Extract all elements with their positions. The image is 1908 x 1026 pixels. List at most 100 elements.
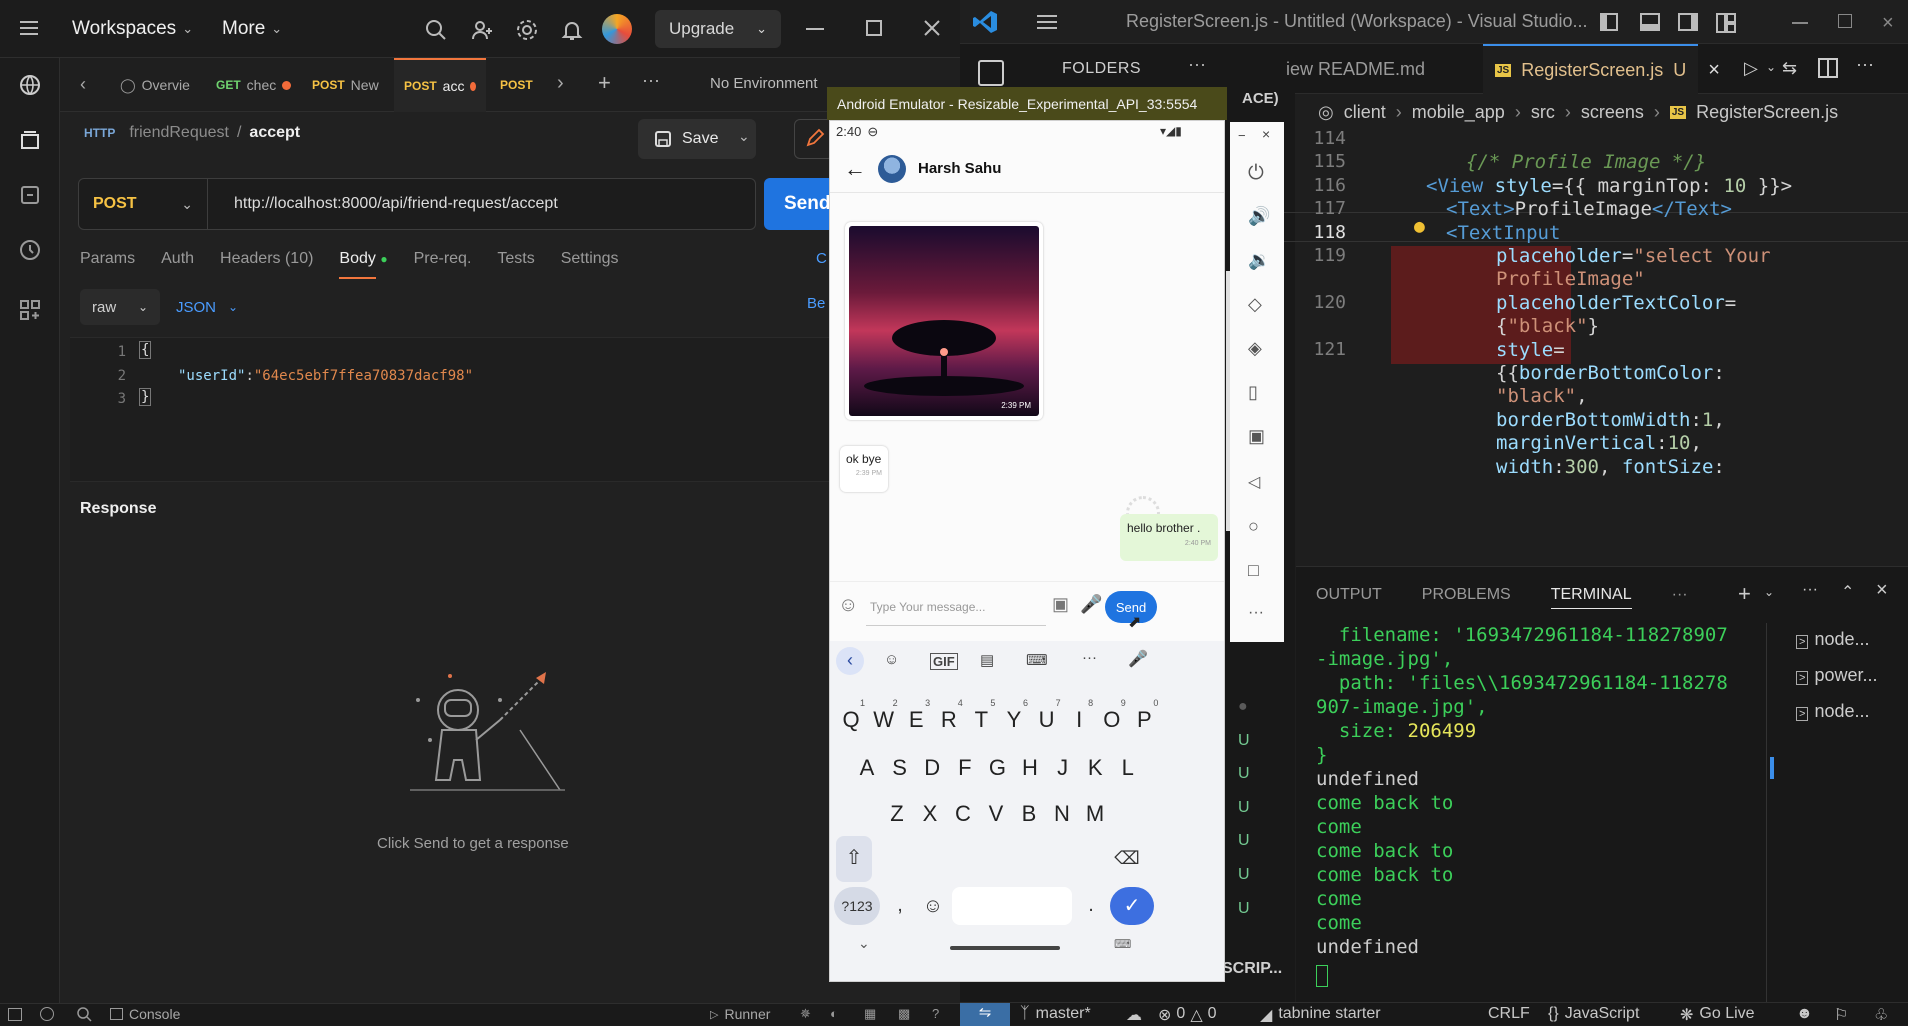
terminal-list-item[interactable]: > node... bbox=[1796, 695, 1877, 731]
language-indicator[interactable]: {} JavaScript bbox=[1548, 1005, 1639, 1023]
emoji-key[interactable]: ☺ bbox=[916, 887, 950, 925]
breadcrumb-item[interactable]: src bbox=[1531, 102, 1555, 123]
rotate-right-icon[interactable]: ◈ bbox=[1248, 338, 1272, 362]
toggle-panel-icon[interactable] bbox=[1640, 13, 1660, 31]
eol-indicator[interactable]: CRLF bbox=[1488, 1005, 1530, 1023]
keyboard-key[interactable]: K bbox=[1078, 745, 1112, 791]
compare-changes-icon[interactable]: ⇆ bbox=[1782, 58, 1797, 79]
golive-button[interactable]: ❋ Go Live bbox=[1680, 1005, 1755, 1025]
invite-user-icon[interactable] bbox=[470, 18, 494, 42]
more-menu[interactable]: More ⌄ bbox=[222, 18, 282, 40]
back-icon[interactable]: ◁ bbox=[1248, 472, 1272, 496]
close-icon[interactable] bbox=[922, 18, 942, 38]
enter-check-icon[interactable]: ✓ bbox=[1110, 887, 1154, 925]
close-icon[interactable]: × bbox=[1882, 12, 1894, 35]
layout-icon[interactable]: ▩ bbox=[898, 1006, 910, 1022]
back-arrow-icon[interactable]: ← bbox=[844, 156, 866, 182]
status-check-icon[interactable] bbox=[40, 1007, 54, 1021]
search-icon[interactable] bbox=[76, 1006, 92, 1022]
chevron-down-icon[interactable]: ⌄ bbox=[858, 935, 870, 952]
tab-readme[interactable]: iew README.md bbox=[1286, 44, 1425, 94]
feedback-icon[interactable]: ⚐ bbox=[1834, 1005, 1848, 1025]
more-icon[interactable]: ··· bbox=[1188, 54, 1206, 75]
apps-grid-icon[interactable] bbox=[18, 298, 42, 322]
power-icon[interactable]: ⏻ bbox=[1248, 162, 1272, 186]
tab-post-new[interactable]: POST New bbox=[312, 58, 379, 112]
hamburger-icon[interactable] bbox=[18, 19, 40, 37]
device-icon[interactable]: ▯ bbox=[1248, 382, 1272, 406]
more-icon[interactable]: ··· bbox=[1672, 586, 1688, 609]
keyboard-switch-icon[interactable]: ⌨ bbox=[1114, 937, 1131, 951]
body-format-select[interactable]: JSON ⌄ bbox=[176, 299, 238, 316]
more-icon[interactable]: ··· bbox=[1802, 581, 1818, 599]
keyboard-key[interactable]: V bbox=[979, 791, 1013, 837]
avatar[interactable] bbox=[878, 154, 906, 183]
proxy-icon[interactable]: ✵ bbox=[800, 1006, 811, 1022]
toggle-sidebar-icon[interactable] bbox=[1600, 13, 1618, 31]
tab-settings[interactable]: Settings bbox=[561, 250, 619, 268]
keyboard-key[interactable]: R4 bbox=[932, 697, 966, 743]
breadcrumb-item[interactable]: screens bbox=[1581, 102, 1644, 123]
keyboard-key[interactable]: H bbox=[1013, 745, 1047, 791]
more-icon[interactable]: ··· bbox=[1082, 649, 1097, 666]
close-icon[interactable]: × bbox=[1708, 59, 1720, 82]
collections-icon[interactable] bbox=[18, 128, 42, 152]
avatar[interactable] bbox=[602, 14, 632, 44]
gif-button[interactable]: GIF bbox=[930, 653, 958, 670]
keyboard-key[interactable]: Q1 bbox=[834, 697, 868, 743]
bell-icon[interactable] bbox=[560, 18, 584, 42]
tab-problems[interactable]: PROBLEMS bbox=[1422, 586, 1511, 609]
keyboard-key[interactable]: M bbox=[1078, 791, 1112, 837]
received-message[interactable]: ok bye 2:39 PM bbox=[840, 446, 888, 492]
minimize-icon[interactable]: − bbox=[1238, 128, 1246, 143]
keyboard-icon[interactable]: ⌨ bbox=[1026, 651, 1048, 669]
keyboard-key[interactable]: F bbox=[948, 745, 982, 791]
scrollbar[interactable] bbox=[1226, 271, 1230, 531]
problems-indicator[interactable]: ⊗ 0 △ 0 bbox=[1158, 1005, 1217, 1025]
breadcrumb-item[interactable]: mobile_app bbox=[1412, 102, 1505, 123]
npm-scripts-heading[interactable]: SCRIP... bbox=[1222, 960, 1282, 978]
minimize-icon[interactable] bbox=[806, 28, 824, 30]
maximize-icon[interactable] bbox=[866, 20, 882, 36]
sent-message[interactable]: hello brother . 2:40 PM bbox=[1120, 514, 1218, 561]
keyboard-key[interactable]: D bbox=[915, 745, 949, 791]
toggle-secondary-sidebar-icon[interactable] bbox=[1678, 13, 1698, 31]
remote-icon[interactable]: ⇋ bbox=[960, 1003, 1010, 1026]
history-icon[interactable] bbox=[18, 238, 42, 262]
workspaces-menu[interactable]: Workspaces ⌄ bbox=[72, 18, 193, 40]
keyboard-key[interactable]: Z bbox=[880, 791, 914, 837]
terminal-output[interactable]: filename: '1693472961184-118278907 -image… bbox=[1316, 623, 1786, 959]
message-input[interactable]: Type Your message... bbox=[866, 588, 1046, 626]
rotate-left-icon[interactable]: ◇ bbox=[1248, 294, 1272, 318]
keyboard-key[interactable]: G bbox=[980, 745, 1014, 791]
terminal-list-item[interactable]: > node... bbox=[1796, 623, 1877, 659]
microphone-icon[interactable]: 🎤 bbox=[1128, 649, 1148, 669]
layout-icon[interactable] bbox=[1716, 13, 1736, 33]
volume-up-icon[interactable]: 🔊 bbox=[1248, 206, 1272, 230]
home-icon[interactable]: ○ bbox=[1248, 516, 1272, 540]
explorer-icon[interactable] bbox=[978, 60, 1004, 86]
code-editor[interactable]: ● 114 115 {/* Profile Image */} 116 <View st… bbox=[1276, 126, 1908, 566]
environment-select[interactable]: No Environment bbox=[710, 75, 818, 92]
overview-icon[interactable]: □ bbox=[1248, 560, 1272, 584]
tab-body[interactable]: Body ● bbox=[339, 250, 388, 279]
lightbulb-icon[interactable]: ● bbox=[1414, 216, 1425, 237]
gear-icon[interactable] bbox=[515, 18, 539, 42]
keyboard-key[interactable]: P0 bbox=[1127, 697, 1161, 743]
cookies-link[interactable]: C bbox=[816, 250, 827, 267]
menu-icon[interactable] bbox=[1036, 13, 1058, 31]
keyboard-key[interactable]: E3 bbox=[899, 697, 933, 743]
tab-params[interactable]: Params bbox=[80, 250, 135, 268]
chevron-left-icon[interactable]: ‹ bbox=[80, 74, 86, 95]
keyboard-key[interactable]: I8 bbox=[1062, 697, 1096, 743]
method-select[interactable]: POST ⌄ bbox=[78, 178, 208, 230]
chevron-down-icon[interactable]: ⌄ bbox=[1764, 585, 1774, 599]
tab-headers[interactable]: Headers (10) bbox=[220, 250, 313, 268]
image-message[interactable]: 2:39 PM bbox=[845, 222, 1043, 420]
keyboard-key[interactable]: X bbox=[913, 791, 947, 837]
runner-button[interactable]: ▷ Runner bbox=[710, 1006, 770, 1022]
symbols-key[interactable]: ?123 bbox=[834, 887, 880, 925]
backspace-key[interactable]: ⌫ bbox=[1110, 836, 1144, 882]
tab-registerscreen[interactable]: JS RegisterScreen.js U × bbox=[1483, 44, 1720, 94]
volume-down-icon[interactable]: 🔉 bbox=[1248, 250, 1272, 274]
